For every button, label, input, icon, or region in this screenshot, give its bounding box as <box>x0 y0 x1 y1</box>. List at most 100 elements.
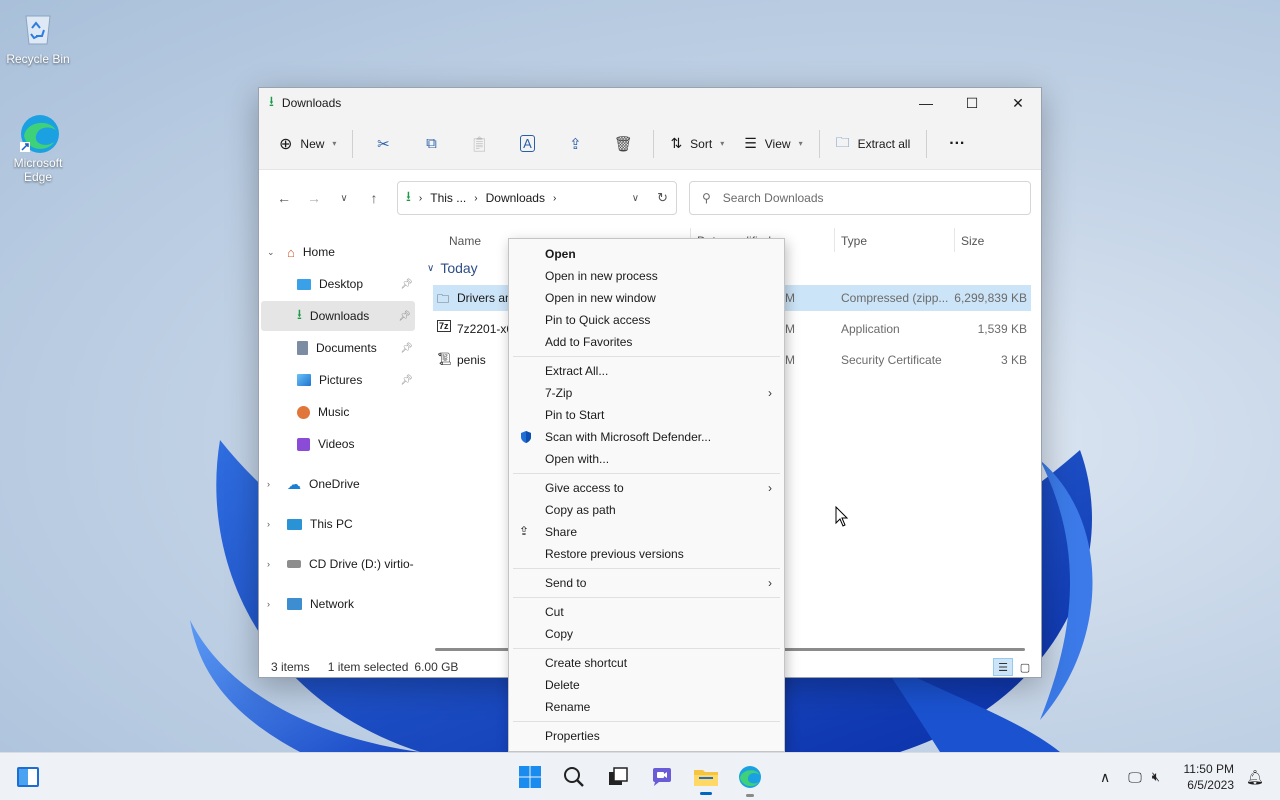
menu-item-open-with[interactable]: Open with... <box>509 448 784 470</box>
start-button[interactable] <box>512 759 548 795</box>
sort-icon: ⇅ <box>670 135 683 151</box>
menu-item-share[interactable]: ⇪ Share <box>509 521 784 543</box>
close-button[interactable]: ✕ <box>995 88 1041 118</box>
file-size: 3 KB <box>1000 353 1027 367</box>
edge-taskbar-button[interactable] <box>732 759 768 795</box>
maximize-button[interactable]: ☐ <box>949 88 995 118</box>
menu-label: Share <box>545 525 578 539</box>
chevron-up-icon[interactable]: ∧ <box>1100 769 1110 786</box>
breadcrumb-this-pc[interactable]: This ... <box>430 191 466 205</box>
desktop-microsoft-edge[interactable]: Microsoft Edge <box>0 112 76 184</box>
nav-label: Downloads <box>309 309 370 323</box>
nav-item-pictures[interactable]: Pictures 📌︎ <box>297 365 413 395</box>
nav-item-desktop[interactable]: Desktop 📌︎ <box>297 269 413 299</box>
pin-icon: 📌︎ <box>400 342 413 354</box>
menu-label: Properties <box>545 729 600 743</box>
menu-item-7zip[interactable]: 7-Zip › <box>509 382 784 404</box>
sort-button[interactable]: ⇅ Sort ▾ <box>660 127 734 161</box>
scissors-icon: ✂ <box>377 135 390 153</box>
nav-item-downloads[interactable]: ⭳ Downloads 📌︎ <box>261 301 415 331</box>
notification-button[interactable]: 🔔︎ <box>1246 753 1264 800</box>
column-header-size[interactable]: Size <box>961 234 984 254</box>
nav-item-cd-drive[interactable]: › CD Drive (D:) virtio- <box>267 549 417 579</box>
back-button[interactable]: ← <box>269 183 299 213</box>
menu-item-open-new-window[interactable]: Open in new window <box>509 287 784 309</box>
task-view-button[interactable] <box>600 759 636 795</box>
nav-item-documents[interactable]: Documents 📌︎ <box>297 333 413 363</box>
command-bar: ⊕ New ▾ ✂ ⧉ 📋︎ A ⇪ 🗑︎ ⇅ Sort ▾ ☰ View ▾ … <box>259 118 1041 170</box>
widgets-button[interactable] <box>10 759 46 795</box>
address-bar[interactable]: ⭳ › This ... › Downloads › ∨ ↻ <box>397 181 677 215</box>
large-icons-view-button[interactable]: ▢ <box>1015 658 1035 676</box>
menu-item-properties[interactable]: Properties <box>509 725 784 747</box>
view-button[interactable]: ☰ View ▾ <box>734 127 812 161</box>
home-icon: ⌂ <box>287 244 295 260</box>
window-title: Downloads <box>281 96 342 110</box>
widgets-icon <box>17 767 39 787</box>
rename-button[interactable]: A <box>503 127 551 161</box>
menu-item-open[interactable]: Open <box>509 243 784 265</box>
forward-button[interactable]: → <box>299 183 329 213</box>
nav-item-network[interactable]: › Network <box>267 589 417 619</box>
details-view-button[interactable]: ☰ <box>993 658 1013 676</box>
search-button[interactable] <box>556 759 592 795</box>
menu-item-cut[interactable]: Cut <box>509 601 784 623</box>
paste-button[interactable]: 📋︎ <box>455 127 503 161</box>
delete-button[interactable]: 🗑︎ <box>599 127 647 161</box>
menu-item-pin-start[interactable]: Pin to Start <box>509 404 784 426</box>
menu-item-pin-quick-access[interactable]: Pin to Quick access <box>509 309 784 331</box>
menu-item-rename[interactable]: Rename <box>509 696 784 718</box>
column-header-name[interactable]: Name <box>449 234 481 254</box>
copy-button[interactable]: ⧉ <box>407 127 455 161</box>
notification-bell-icon: 🔔︎ <box>1246 768 1264 785</box>
nav-item-onedrive[interactable]: › ☁ OneDrive <box>267 469 417 499</box>
share-button[interactable]: ⇪ <box>551 127 599 161</box>
divider <box>653 129 655 158</box>
cut-button[interactable]: ✂ <box>359 127 407 161</box>
nav-item-videos[interactable]: Videos <box>297 429 413 459</box>
menu-separator <box>513 568 780 569</box>
menu-item-delete[interactable]: Delete <box>509 674 784 696</box>
tiles-view-icon: ▢ <box>1019 661 1031 674</box>
chat-button[interactable] <box>644 759 680 795</box>
menu-item-extract-all[interactable]: Extract All... <box>509 360 784 382</box>
menu-separator <box>513 721 780 722</box>
group-header-today[interactable]: ∨ Today <box>427 260 478 276</box>
search-box[interactable]: ⚲ Search Downloads <box>689 181 1031 215</box>
network-status-icon[interactable]: 🖵︎ <box>1128 769 1142 786</box>
menu-item-give-access[interactable]: Give access to › <box>509 477 784 499</box>
menu-item-open-new-process[interactable]: Open in new process <box>509 265 784 287</box>
rename-icon: A <box>520 135 535 152</box>
menu-item-add-favorites[interactable]: Add to Favorites <box>509 331 784 353</box>
network-icon <box>287 598 302 610</box>
file-explorer-taskbar-button[interactable] <box>688 759 724 795</box>
title-bar[interactable]: ⭳ Downloads — ☐ ✕ <box>259 88 1041 118</box>
desktop-recycle-bin[interactable]: Recycle Bin <box>0 8 76 66</box>
minimize-button[interactable]: — <box>903 88 949 118</box>
column-header-type[interactable]: Type <box>841 234 867 254</box>
breadcrumb-separator-icon: › <box>418 192 423 204</box>
chevron-right-icon: › <box>768 576 772 590</box>
menu-item-create-shortcut[interactable]: Create shortcut <box>509 652 784 674</box>
chevron-down-icon: ▾ <box>798 139 803 148</box>
menu-item-scan-defender[interactable]: Scan with Microsoft Defender... <box>509 426 784 448</box>
refresh-icon[interactable]: ↻ <box>657 190 668 206</box>
menu-item-copy[interactable]: Copy <box>509 623 784 645</box>
extract-all-button[interactable]: 🗀︎ Extract all <box>826 127 921 161</box>
menu-item-copy-as-path[interactable]: Copy as path <box>509 499 784 521</box>
nav-item-home[interactable]: ⌄ ⌂ Home <box>267 237 417 267</box>
menu-item-restore-versions[interactable]: Restore previous versions <box>509 543 784 565</box>
menu-label: Send to <box>545 576 587 590</box>
breadcrumb-downloads[interactable]: Downloads <box>486 191 545 205</box>
nav-item-music[interactable]: Music <box>297 397 413 427</box>
item-count: 3 items <box>271 660 310 674</box>
up-button[interactable]: ↑ <box>359 183 389 213</box>
recent-locations-button[interactable]: ∨ <box>329 183 359 213</box>
clock[interactable]: 11:50 PM 6/5/2023 <box>1184 761 1234 793</box>
more-options-button[interactable]: ··· <box>933 127 981 161</box>
volume-muted-icon[interactable]: 🔇︎ <box>1152 769 1160 785</box>
new-button[interactable]: ⊕ New ▾ <box>269 127 346 161</box>
address-dropdown-icon[interactable]: ∨ <box>632 193 639 204</box>
nav-item-this-pc[interactable]: › This PC <box>267 509 417 539</box>
menu-item-send-to[interactable]: Send to › <box>509 572 784 594</box>
